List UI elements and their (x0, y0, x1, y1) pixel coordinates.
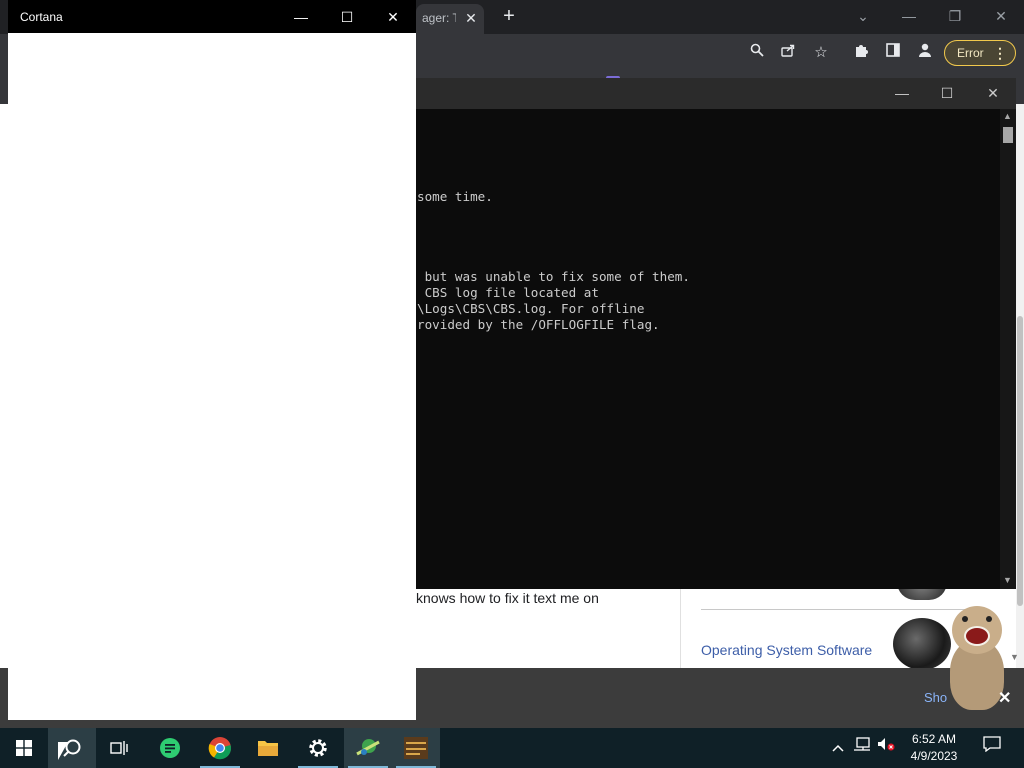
cortana-search-button[interactable] (48, 728, 96, 768)
notes-app-icon (160, 738, 180, 758)
bookmark-star-icon[interactable]: ☆ (810, 42, 832, 64)
terminal-output[interactable]: some time. but was unable to fix some of… (416, 109, 1000, 589)
terminal-maximize-icon[interactable]: ☐ (933, 82, 961, 104)
terminal-line: but was unable to fix some of them. (417, 269, 690, 284)
page-scrollbar-thumb[interactable] (1017, 316, 1023, 606)
error-label: Error (957, 46, 984, 60)
tab-close-icon[interactable]: ✕ (464, 4, 478, 32)
new-tab-button[interactable]: + (498, 6, 520, 28)
browser-minimize-icon[interactable]: — (895, 4, 923, 28)
error-button[interactable]: Error ⋮ (944, 40, 1016, 66)
terminal-scrollbar-thumb[interactable] (1003, 127, 1013, 143)
folder-icon (258, 741, 278, 756)
terminal-line: rovided by the /OFFLOGFILE flag. (417, 317, 660, 332)
terminal-titlebar[interactable]: — ☐ ✕ (416, 78, 1016, 109)
bottom-bar-close-icon[interactable]: ✕ (998, 688, 1011, 708)
terminal-window[interactable]: — ☐ ✕ some time. but was unable to fix s… (416, 78, 1016, 589)
terminal-line: some time. (417, 189, 493, 204)
menu-dots-icon[interactable]: ⋮ (993, 41, 1007, 65)
browser-restore-icon[interactable]: ❐ (941, 4, 969, 28)
file-explorer-button[interactable] (244, 728, 292, 768)
terminal-minimize-icon[interactable]: — (888, 82, 916, 104)
taskbar: 6:52 AM 4/9/2023 (0, 728, 1024, 768)
sidebar-thumbnail[interactable] (893, 618, 951, 670)
profile-icon[interactable] (914, 42, 936, 64)
cortana-close-icon[interactable]: ✕ (378, 5, 408, 29)
mouse-cursor-icon (58, 742, 68, 760)
browser-tab-title: ager: Th (422, 11, 456, 25)
settings-taskbar-button[interactable] (294, 728, 342, 768)
scroll-down-arrow-icon[interactable]: ▼ (1010, 652, 1019, 662)
clock-time: 6:52 AM (911, 732, 957, 746)
extensions-icon[interactable] (850, 42, 872, 64)
network-icon[interactable] (850, 728, 874, 768)
app2-taskbar-button[interactable] (392, 728, 440, 768)
clock-date: 4/9/2023 (910, 749, 958, 763)
windows-logo-icon (16, 740, 32, 756)
cortana-maximize-icon[interactable]: ☐ (332, 5, 362, 29)
post-text: knows how to fix it text me on (416, 590, 599, 606)
browser-tab[interactable]: ager: Th ✕ (416, 4, 484, 34)
cortana-minimize-icon[interactable]: — (286, 5, 316, 29)
terminal-line: \Logs\CBS\CBS.log. For offline (417, 301, 645, 316)
task-view-button[interactable] (96, 728, 144, 768)
show-hidden-icons-chevron-icon[interactable] (828, 728, 848, 768)
start-button[interactable] (0, 728, 48, 768)
terminal-scroll-up-icon[interactable]: ▲ (1003, 111, 1012, 121)
side-panel-icon[interactable] (882, 42, 904, 64)
gear-icon (309, 739, 327, 757)
zoom-search-icon[interactable] (746, 42, 768, 64)
cortana-titlebar[interactable]: Cortana — ☐ ✕ (8, 0, 416, 33)
sidebar-link-operating-system-software[interactable]: Operating System Software (701, 642, 872, 658)
tab-search-icon[interactable]: ⌄ (849, 4, 877, 28)
cortana-title: Cortana (20, 10, 63, 24)
terminal-line: CBS log file located at (417, 285, 599, 300)
app-icon (356, 739, 380, 756)
task-view-icon (110, 741, 128, 755)
volume-muted-icon[interactable] (874, 728, 898, 768)
cortana-window[interactable]: Cortana — ☐ ✕ (8, 0, 416, 720)
chrome-taskbar-button[interactable] (196, 728, 244, 768)
app-taskbar-button[interactable] (344, 728, 392, 768)
chrome-icon (208, 737, 232, 760)
notes-app-button[interactable] (146, 728, 194, 768)
terminal-scrollbar[interactable]: ▲ ▼ (1000, 109, 1016, 589)
app2-icon (404, 737, 428, 759)
terminal-close-icon[interactable]: ✕ (979, 82, 1007, 104)
terminal-scroll-down-icon[interactable]: ▼ (1003, 575, 1012, 585)
notification-center-icon[interactable] (978, 728, 1006, 768)
clock[interactable]: 6:52 AM 4/9/2023 (898, 731, 970, 765)
share-icon[interactable] (778, 42, 800, 64)
browser-close-icon[interactable]: ✕ (987, 4, 1015, 28)
